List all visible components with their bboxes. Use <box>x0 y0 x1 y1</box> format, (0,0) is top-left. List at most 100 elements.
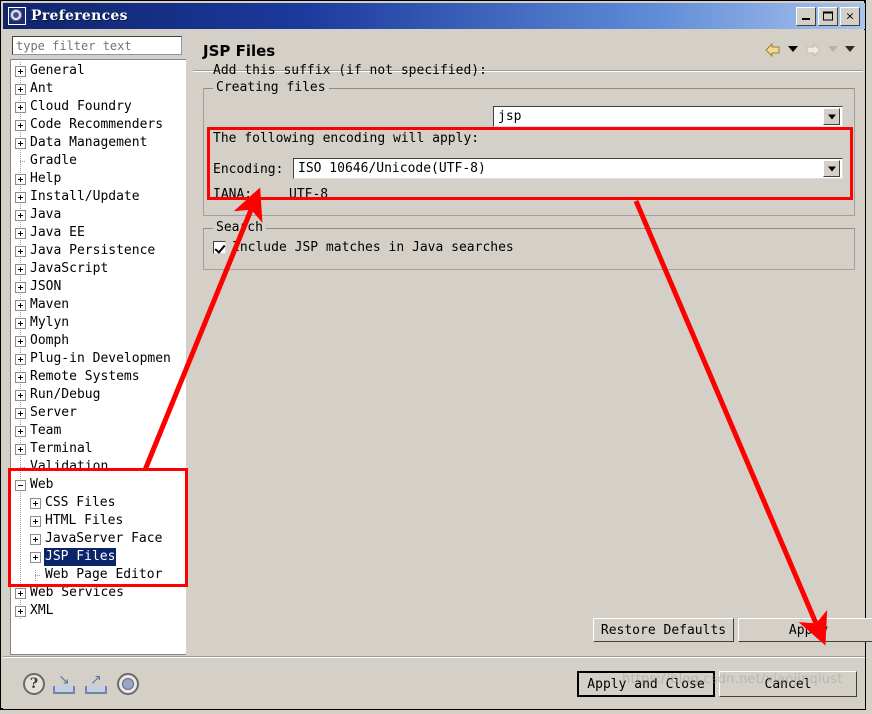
tree-item-label: Gradle <box>30 153 77 168</box>
tree-item-label: Ant <box>30 81 54 96</box>
tree-item-java[interactable]: Java <box>11 206 186 224</box>
tree-leaf-connector-icon[interactable] <box>15 155 26 167</box>
window-controls: × <box>796 6 862 26</box>
tree-item-java-ee[interactable]: Java EE <box>11 224 186 242</box>
expand-plus-icon[interactable] <box>15 227 26 239</box>
tree-item-javascript[interactable]: JavaScript <box>11 260 186 278</box>
tree-item-label: Team <box>30 423 62 438</box>
tree-item-validation[interactable]: Validation <box>11 458 186 476</box>
tree-item-code-recommenders[interactable]: Code Recommenders <box>11 116 186 134</box>
suffix-combobox[interactable]: jsp <box>493 106 843 127</box>
encoding-dropdown-chevron-down-icon[interactable] <box>823 160 840 177</box>
preferences-sidebar: General Ant Cloud Foundry Code Recommenders… <box>5 32 191 682</box>
cancel-button[interactable]: Cancel <box>719 671 857 697</box>
tree-item-label: Oomph <box>30 333 70 348</box>
filter-input[interactable] <box>12 36 182 55</box>
expand-plus-icon[interactable] <box>15 191 26 203</box>
expand-plus-icon[interactable] <box>15 353 26 365</box>
suffix-value: jsp <box>498 109 522 124</box>
tree-item-label: Code Recommenders <box>30 117 164 132</box>
tree-item-server[interactable]: Server <box>11 404 186 422</box>
tree-item-data-management[interactable]: Data Management <box>11 134 186 152</box>
expand-plus-icon[interactable] <box>15 425 26 437</box>
expand-plus-icon[interactable] <box>15 389 26 401</box>
tree-item-css-files[interactable]: CSS Files <box>11 494 186 512</box>
expand-plus-icon[interactable] <box>15 137 26 149</box>
tree-item-web[interactable]: Web <box>11 476 186 494</box>
expand-plus-icon[interactable] <box>15 443 26 455</box>
tree-item-json[interactable]: JSON <box>11 278 186 296</box>
tree-item-xml[interactable]: XML <box>11 602 186 620</box>
tree-item-mylyn[interactable]: Mylyn <box>11 314 186 332</box>
expand-plus-icon[interactable] <box>15 317 26 329</box>
apply-and-close-button[interactable]: Apply and Close <box>577 671 715 697</box>
encoding-combobox[interactable]: ISO 10646/Unicode(UTF-8) <box>293 158 843 179</box>
tree-item-terminal[interactable]: Terminal <box>11 440 186 458</box>
maximize-button[interactable] <box>818 6 838 26</box>
expand-plus-icon[interactable] <box>15 173 26 185</box>
tree-item-plug-in-developmen[interactable]: Plug-in Developmen <box>11 350 186 368</box>
export-preferences-icon[interactable]: ↗ <box>85 673 107 694</box>
include-jsp-matches-checkbox-row[interactable]: Include JSP matches in Java searches <box>213 240 514 255</box>
tree-item-label: Server <box>30 405 77 420</box>
suffix-dropdown-chevron-down-icon[interactable] <box>823 108 840 125</box>
expand-plus-icon[interactable] <box>15 587 26 599</box>
tree-item-gradle[interactable]: Gradle <box>11 152 186 170</box>
expand-plus-icon[interactable] <box>15 209 26 221</box>
tree-item-run-debug[interactable]: Run/Debug <box>11 386 186 404</box>
expand-plus-icon[interactable] <box>15 281 26 293</box>
tree-item-cloud-foundry[interactable]: Cloud Foundry <box>11 98 186 116</box>
tree-item-team[interactable]: Team <box>11 422 186 440</box>
help-icon[interactable]: ? <box>23 673 45 695</box>
expand-plus-icon[interactable] <box>30 533 41 545</box>
tree-item-maven[interactable]: Maven <box>11 296 186 314</box>
tree-item-web-services[interactable]: Web Services <box>11 584 186 602</box>
tree-item-label: Help <box>30 171 62 186</box>
expand-plus-icon[interactable] <box>15 605 26 617</box>
restore-defaults-button[interactable]: Restore Defaults <box>593 618 734 642</box>
expand-plus-icon[interactable] <box>15 371 26 383</box>
tree-item-label: JSON <box>30 279 62 294</box>
tree-item-remote-systems[interactable]: Remote Systems <box>11 368 186 386</box>
expand-plus-icon[interactable] <box>15 299 26 311</box>
tree-item-oomph[interactable]: Oomph <box>11 332 186 350</box>
expand-plus-icon[interactable] <box>15 101 26 113</box>
encoding-value: ISO 10646/Unicode(UTF-8) <box>298 161 486 176</box>
tree-item-jsp-files[interactable]: JSP Files <box>11 548 186 566</box>
expand-plus-icon[interactable] <box>15 65 26 77</box>
expand-plus-icon[interactable] <box>15 407 26 419</box>
apply-button[interactable]: Apply <box>738 618 872 642</box>
tree-item-javaserver-face[interactable]: JavaServer Face <box>11 530 186 548</box>
include-jsp-matches-checkbox[interactable] <box>213 241 226 254</box>
oomph-record-icon[interactable] <box>117 673 139 695</box>
expand-plus-icon[interactable] <box>15 245 26 257</box>
back-history-chevron-down-icon[interactable] <box>788 46 798 52</box>
tree-item-html-files[interactable]: HTML Files <box>11 512 186 530</box>
expand-plus-icon[interactable] <box>30 551 41 563</box>
include-jsp-matches-label: Include JSP matches in Java searches <box>232 240 514 255</box>
minimize-button[interactable] <box>796 6 816 26</box>
preferences-tree[interactable]: General Ant Cloud Foundry Code Recommenders… <box>10 59 186 655</box>
tree-leaf-connector-icon[interactable] <box>30 569 41 581</box>
expand-plus-icon[interactable] <box>15 263 26 275</box>
tree-leaf-connector-icon[interactable] <box>15 461 26 473</box>
expand-plus-icon[interactable] <box>15 119 26 131</box>
import-preferences-icon[interactable]: ↘ <box>53 673 75 694</box>
tree-item-java-persistence[interactable]: Java Persistence <box>11 242 186 260</box>
expand-plus-icon[interactable] <box>15 335 26 347</box>
tree-item-label: Install/Update <box>30 189 140 204</box>
expand-plus-icon[interactable] <box>30 515 41 527</box>
expand-plus-icon[interactable] <box>30 497 41 509</box>
expand-plus-icon[interactable] <box>15 83 26 95</box>
tree-item-help[interactable]: Help <box>11 170 186 188</box>
close-button[interactable]: × <box>840 6 860 26</box>
tree-item-label: JSP Files <box>44 548 117 566</box>
collapse-minus-icon[interactable] <box>15 479 26 491</box>
view-menu-chevron-down-icon[interactable] <box>845 46 855 52</box>
tree-item-label: JavaScript <box>30 261 109 276</box>
tree-item-web-page-editor[interactable]: Web Page Editor <box>11 566 186 584</box>
tree-item-install-update[interactable]: Install/Update <box>11 188 186 206</box>
back-arrow-icon[interactable] <box>765 42 781 58</box>
tree-item-general[interactable]: General <box>11 62 186 80</box>
tree-item-ant[interactable]: Ant <box>11 80 186 98</box>
